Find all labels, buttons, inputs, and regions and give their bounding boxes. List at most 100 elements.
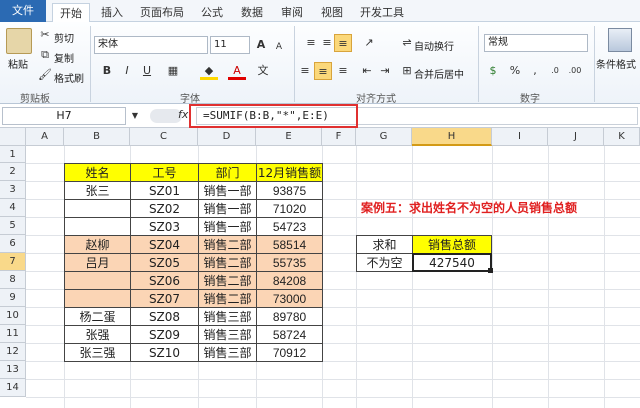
row-header-14[interactable]: 14 xyxy=(0,379,26,397)
col-header-c[interactable]: C xyxy=(130,128,198,146)
table-cell-id[interactable]: SZ10 xyxy=(130,343,199,362)
tab-data[interactable]: 数据 xyxy=(234,3,270,22)
cut-button[interactable]: 剪切 xyxy=(54,30,74,45)
col-header-b[interactable]: B xyxy=(64,128,130,146)
result-header-sum[interactable]: 求和 xyxy=(356,235,413,254)
name-box[interactable]: H7 xyxy=(2,107,126,125)
conditional-format-icon[interactable] xyxy=(608,28,632,52)
result-label-not-empty[interactable]: 不为空 xyxy=(356,253,413,272)
col-header-j[interactable]: J xyxy=(548,128,604,146)
table-cell-dept[interactable]: 销售一部 xyxy=(198,181,257,200)
table-cell-id[interactable]: SZ09 xyxy=(130,325,199,344)
font-name-select[interactable]: 宋体 xyxy=(94,36,208,54)
currency-icon[interactable]: $ xyxy=(484,62,502,80)
format-painter-button[interactable]: 格式刷 xyxy=(54,70,84,85)
table-cell-id[interactable]: SZ02 xyxy=(130,199,199,218)
table-cell-sales[interactable]: 73000 xyxy=(256,289,323,308)
row-header-3[interactable]: 3 xyxy=(0,181,26,199)
result-header-sales-total[interactable]: 销售总额 xyxy=(412,235,492,254)
col-header-d[interactable]: D xyxy=(198,128,256,146)
table-cell-sales[interactable]: 93875 xyxy=(256,181,323,200)
row-header-11[interactable]: 11 xyxy=(0,325,26,343)
table-cell-sales[interactable]: 70912 xyxy=(256,343,323,362)
col-header-f[interactable]: F xyxy=(322,128,356,146)
row-header-5[interactable]: 5 xyxy=(0,217,26,235)
percent-icon[interactable]: % xyxy=(506,62,524,80)
wrap-text-button[interactable]: 自动换行 xyxy=(414,38,454,53)
table-header-sales[interactable]: 12月销售额 xyxy=(256,163,323,182)
table-cell-name[interactable]: 张三强 xyxy=(64,343,131,362)
table-cell-name[interactable]: 张强 xyxy=(64,325,131,344)
tab-file[interactable]: 文件 xyxy=(0,0,46,22)
select-all-corner[interactable] xyxy=(0,128,26,146)
table-cell-sales[interactable]: 71020 xyxy=(256,199,323,218)
row-header-9[interactable]: 9 xyxy=(0,289,26,307)
table-cell-id[interactable]: SZ08 xyxy=(130,307,199,326)
col-header-a[interactable]: A xyxy=(26,128,64,146)
table-cell-dept[interactable]: 销售三部 xyxy=(198,307,257,326)
table-cell-id[interactable]: SZ04 xyxy=(130,235,199,254)
table-cell-name[interactable]: 杨二蛋 xyxy=(64,307,131,326)
row-header-10[interactable]: 10 xyxy=(0,307,26,325)
table-cell-id[interactable]: SZ05 xyxy=(130,253,199,272)
align-right-icon[interactable]: ≡ xyxy=(334,62,352,80)
table-cell-sales[interactable]: 58724 xyxy=(256,325,323,344)
paste-button[interactable]: 粘贴 xyxy=(8,56,28,71)
table-header-name[interactable]: 姓名 xyxy=(64,163,131,182)
table-cell-name[interactable] xyxy=(64,199,131,218)
table-cell-dept[interactable]: 销售一部 xyxy=(198,217,257,236)
col-header-k[interactable]: K xyxy=(604,128,640,146)
table-header-id[interactable]: 工号 xyxy=(130,163,199,182)
col-header-g[interactable]: G xyxy=(356,128,412,146)
table-cell-dept[interactable]: 销售一部 xyxy=(198,199,257,218)
comma-icon[interactable]: , xyxy=(526,62,544,80)
merge-center-button[interactable]: 合并后居中 xyxy=(414,66,464,81)
col-header-i[interactable]: I xyxy=(492,128,548,146)
decrease-indent-icon[interactable]: ⇤ xyxy=(358,62,376,80)
table-cell-name[interactable] xyxy=(64,217,131,236)
paste-icon[interactable] xyxy=(6,28,32,54)
tab-formulas[interactable]: 公式 xyxy=(194,3,230,22)
table-cell-dept[interactable]: 销售三部 xyxy=(198,325,257,344)
table-cell-dept[interactable]: 销售二部 xyxy=(198,271,257,290)
table-cell-name[interactable]: 张三 xyxy=(64,181,131,200)
table-header-dept[interactable]: 部门 xyxy=(198,163,257,182)
table-cell-sales[interactable]: 54723 xyxy=(256,217,323,236)
align-left-icon[interactable]: ≡ xyxy=(296,62,314,80)
table-cell-sales[interactable]: 84208 xyxy=(256,271,323,290)
row-header-1[interactable]: 1 xyxy=(0,146,26,163)
bold-button[interactable]: B xyxy=(98,62,116,80)
row-header-12[interactable]: 12 xyxy=(0,343,26,361)
underline-button[interactable]: U xyxy=(138,62,156,80)
tab-developer[interactable]: 开发工具 xyxy=(354,3,410,22)
row-header-6[interactable]: 6 xyxy=(0,235,26,253)
table-cell-dept[interactable]: 销售二部 xyxy=(198,253,257,272)
result-value-cell[interactable]: 427540 xyxy=(412,253,492,272)
grow-font-icon[interactable]: A xyxy=(252,36,270,54)
tab-page-layout[interactable]: 页面布局 xyxy=(134,3,190,22)
italic-button[interactable]: I xyxy=(118,62,136,80)
phonetic-icon[interactable]: 文 xyxy=(254,62,272,80)
shrink-font-icon[interactable]: A xyxy=(270,38,288,56)
row-header-4[interactable]: 4 xyxy=(0,199,26,217)
col-header-h[interactable]: H xyxy=(412,128,492,146)
table-cell-name[interactable]: 赵柳 xyxy=(64,235,131,254)
row-header-8[interactable]: 8 xyxy=(0,271,26,289)
conditional-format-button[interactable]: 条件格式 xyxy=(596,56,636,71)
table-cell-id[interactable]: SZ03 xyxy=(130,217,199,236)
col-header-e[interactable]: E xyxy=(256,128,322,146)
fill-color-icon[interactable]: ◆ xyxy=(200,62,218,80)
table-cell-id[interactable]: SZ01 xyxy=(130,181,199,200)
table-cell-id[interactable]: SZ06 xyxy=(130,271,199,290)
decrease-decimal-icon[interactable]: .00 xyxy=(566,62,584,80)
tab-home[interactable]: 开始 xyxy=(52,3,90,23)
table-cell-dept[interactable]: 销售二部 xyxy=(198,235,257,254)
increase-decimal-icon[interactable]: .0 xyxy=(546,62,564,80)
table-cell-name[interactable] xyxy=(64,271,131,290)
tab-review[interactable]: 审阅 xyxy=(274,3,310,22)
font-size-select[interactable]: 11 xyxy=(210,36,250,54)
table-cell-sales[interactable]: 55735 xyxy=(256,253,323,272)
tab-insert[interactable]: 插入 xyxy=(94,3,130,22)
increase-indent-icon[interactable]: ⇥ xyxy=(376,62,394,80)
table-cell-sales[interactable]: 58514 xyxy=(256,235,323,254)
